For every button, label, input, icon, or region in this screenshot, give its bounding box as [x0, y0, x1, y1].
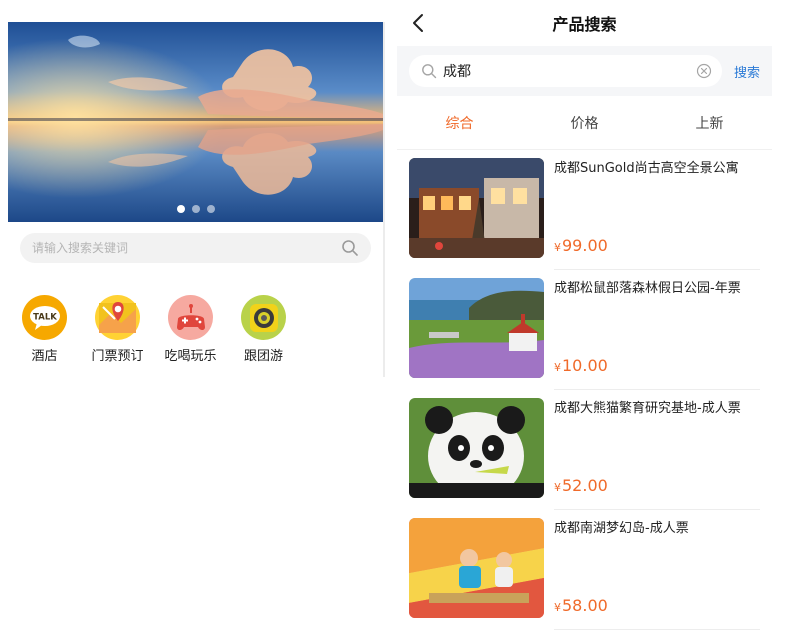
divider: [554, 629, 760, 630]
tab-newest[interactable]: 上新: [647, 113, 772, 133]
carousel-dot[interactable]: [176, 205, 185, 213]
home-search-bar[interactable]: [20, 233, 371, 263]
price-value: 99.00: [562, 236, 608, 255]
product-list: 成都SunGold尚古高空全景公寓 ¥99.00 成都松鼠部落森林假日公园-年票…: [397, 150, 772, 630]
product-name: 成都SunGold尚古高空全景公寓: [554, 161, 739, 176]
home-search-input[interactable]: [32, 241, 341, 255]
map-pin-icon: [95, 295, 140, 340]
svg-text:TALK: TALK: [33, 312, 57, 322]
currency-symbol: ¥: [554, 361, 561, 374]
product-price: ¥99.00: [554, 236, 608, 255]
product-price: ¥10.00: [554, 356, 608, 375]
product-image: [409, 278, 544, 378]
list-item[interactable]: 成都松鼠部落森林假日公园-年票 ¥10.00: [397, 270, 772, 390]
product-name: 成都南湖梦幻岛-成人票: [554, 521, 689, 536]
price-value: 10.00: [562, 356, 608, 375]
product-name: 成都大熊猫繁育研究基地-成人票: [554, 401, 741, 416]
list-item[interactable]: 成都SunGold尚古高空全景公寓 ¥99.00: [397, 150, 772, 270]
search-page: 产品搜索 搜索 综合 价格 上新: [397, 0, 772, 632]
currency-symbol: ¥: [554, 601, 561, 614]
product-price: ¥58.00: [554, 596, 608, 615]
price-value: 52.00: [562, 476, 608, 495]
sort-tabs: 综合 价格 上新: [397, 96, 772, 150]
product-search-input[interactable]: [443, 63, 696, 79]
category-label: 吃喝玩乐: [164, 349, 217, 364]
search-icon[interactable]: [341, 239, 359, 257]
currency-symbol: ¥: [554, 481, 561, 494]
tab-comprehensive[interactable]: 综合: [397, 113, 522, 133]
camera-lens-icon: [241, 295, 286, 340]
price-value: 58.00: [562, 596, 608, 615]
currency-symbol: ¥: [554, 241, 561, 254]
category-label: 跟团游: [243, 349, 283, 364]
back-arrow-icon[interactable]: [409, 12, 429, 34]
product-name: 成都松鼠部落森林假日公园-年票: [554, 281, 741, 296]
category-tickets[interactable]: 门票预订: [81, 295, 154, 364]
banner-image: [8, 22, 383, 222]
nav-bar: 产品搜索: [397, 0, 772, 46]
gamepad-icon: [168, 295, 213, 340]
carousel-dot[interactable]: [206, 205, 215, 213]
talk-bubble-icon: TALK: [22, 295, 67, 340]
product-image: [409, 158, 544, 258]
category-hotel[interactable]: TALK 酒店: [8, 295, 81, 364]
product-price: ¥52.00: [554, 476, 608, 495]
home-page: TALK 酒店 门票预订: [8, 22, 383, 377]
category-label: 酒店: [31, 349, 58, 364]
clear-icon[interactable]: [696, 63, 712, 79]
category-nav: TALK 酒店 门票预订 吃喝玩乐 跟团游: [8, 295, 318, 364]
category-label: 门票预订: [91, 349, 144, 364]
product-search-bar[interactable]: [409, 55, 722, 87]
tab-price[interactable]: 价格: [522, 113, 647, 133]
banner-carousel[interactable]: [8, 22, 383, 222]
search-bar-container: 搜索: [397, 46, 772, 96]
page-title: 产品搜索: [552, 15, 617, 34]
carousel-dot[interactable]: [191, 205, 200, 213]
carousel-indicators: [8, 205, 383, 213]
list-item[interactable]: 成都大熊猫繁育研究基地-成人票 ¥52.00: [397, 390, 772, 510]
list-item[interactable]: 成都南湖梦幻岛-成人票 ¥58.00: [397, 510, 772, 630]
product-image: [409, 518, 544, 618]
search-icon: [422, 64, 437, 79]
search-button[interactable]: 搜索: [734, 62, 760, 81]
category-group-tour[interactable]: 跟团游: [227, 295, 300, 364]
product-image: [409, 398, 544, 498]
category-food-fun[interactable]: 吃喝玩乐: [154, 295, 227, 364]
page-divider: [383, 22, 385, 377]
